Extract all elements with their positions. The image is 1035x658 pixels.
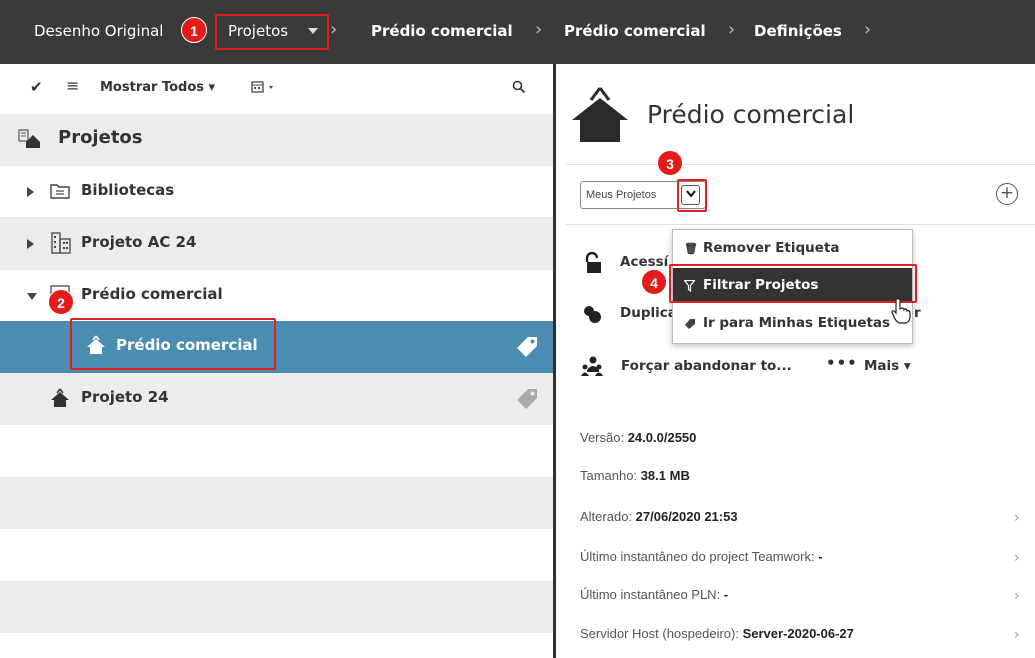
- info-pln-snapshot[interactable]: Último instantâneo PLN: -: [580, 587, 728, 602]
- show-all-label: Mostrar Todos: [100, 80, 204, 95]
- tree-item-label: Prédio comercial: [81, 285, 223, 303]
- filter-select-value: Meus Projetos: [586, 189, 657, 201]
- house-project-icon: [50, 388, 70, 412]
- info-value: 24.0.0/2550: [627, 430, 697, 445]
- duplicate-action-tail: r: [914, 305, 921, 321]
- tag-icon[interactable]: [515, 387, 539, 415]
- project-detail-panel: Prédio comercial Meus Projetos + Acessí …: [556, 64, 1035, 658]
- info-size: Tamanho: 38.1 MB: [580, 468, 690, 483]
- house-project-icon: [570, 86, 630, 148]
- calendar-icon[interactable]: [251, 80, 279, 98]
- more-label: Mais: [864, 358, 900, 374]
- more-dots-icon[interactable]: •••: [826, 354, 858, 372]
- show-all-dropdown[interactable]: Mostrar Todos ▾: [100, 80, 215, 95]
- breadcrumb-desenho-original[interactable]: Desenho Original: [34, 22, 163, 40]
- highlight-box: [215, 14, 329, 50]
- chevron-right-icon: ›: [330, 19, 338, 40]
- checkmark-icon[interactable]: ✔: [30, 78, 43, 96]
- breadcrumb: Desenho Original Projetos › Prédio comer…: [0, 0, 1035, 64]
- tree-item-predio-comercial-parent[interactable]: Prédio comercial: [0, 269, 553, 321]
- empty-row: [0, 633, 553, 658]
- info-value: 38.1 MB: [640, 468, 690, 483]
- tree-item-bibliotecas[interactable]: Bibliotecas: [0, 165, 553, 217]
- tree-toolbar: ✔ ≡ Mostrar Todos ▾: [0, 64, 553, 114]
- breadcrumb-definicoes[interactable]: Definições: [754, 22, 842, 40]
- menu-item-go-to-tags[interactable]: Ir para Minhas Etiquetas: [673, 306, 912, 341]
- info-version: Versão: 24.0.0/2550: [580, 430, 696, 445]
- annotation-badge-4: 4: [641, 269, 667, 295]
- empty-row: [0, 529, 553, 581]
- menu-item-label: Remover Etiqueta: [703, 240, 840, 256]
- page-title: Prédio comercial: [647, 100, 855, 129]
- hand-cursor-icon: [890, 297, 912, 329]
- highlight-box: [669, 264, 917, 303]
- highlight-box: [70, 318, 276, 370]
- info-modified[interactable]: Alterado: 27/06/2020 21:53: [580, 509, 738, 524]
- info-label: Alterado:: [580, 509, 636, 524]
- empty-row: [0, 581, 553, 633]
- info-teamwork-snapshot[interactable]: Último instantâneo do project Teamwork: …: [580, 549, 823, 564]
- projects-icon: [18, 129, 42, 153]
- chevron-right-icon[interactable]: ›: [1014, 510, 1020, 526]
- list-icon[interactable]: ≡: [66, 76, 79, 95]
- chevron-right-icon[interactable]: ›: [1014, 550, 1020, 566]
- building-icon: [51, 232, 71, 258]
- tree-item-label: Projeto 24: [81, 388, 169, 406]
- tree-root-projetos[interactable]: Projetos: [0, 114, 553, 165]
- menu-item-label: Ir para Minhas Etiquetas: [703, 315, 891, 331]
- menu-item-remove-tag[interactable]: 🗑 Remover Etiqueta: [673, 231, 912, 266]
- tree-item-projeto-24[interactable]: Projeto 24: [0, 373, 553, 425]
- more-dropdown[interactable]: Mais ▾: [864, 358, 911, 374]
- chevron-right-icon[interactable]: ›: [1014, 627, 1020, 643]
- search-icon[interactable]: [512, 80, 526, 98]
- collapse-icon[interactable]: [27, 293, 37, 300]
- annotation-badge-2: 2: [48, 289, 74, 315]
- annotation-badge-1: 1: [181, 17, 207, 43]
- info-label: Tamanho:: [580, 468, 641, 483]
- info-label: Último instantâneo PLN:: [580, 587, 724, 602]
- info-host-server[interactable]: Servidor Host (hospedeiro): Server-2020-…: [580, 626, 854, 641]
- divider: [566, 164, 1035, 165]
- chevron-right-icon: ›: [728, 19, 736, 40]
- info-value: 27/06/2020 21:53: [635, 509, 738, 524]
- info-label: Versão:: [580, 430, 628, 445]
- empty-row: [0, 425, 553, 477]
- info-label: Servidor Host (hospedeiro):: [580, 626, 743, 641]
- library-folder-icon: [50, 182, 70, 204]
- breadcrumb-predio-comercial-2[interactable]: Prédio comercial: [564, 22, 706, 40]
- annotation-badge-3: 3: [657, 150, 683, 176]
- expand-icon[interactable]: [27, 187, 34, 197]
- tree-item-label: Bibliotecas: [81, 181, 175, 199]
- info-label: Último instantâneo do project Teamwork:: [580, 549, 819, 564]
- info-value: Server-2020-06-27: [742, 626, 854, 641]
- empty-row: [0, 477, 553, 529]
- duplicate-action[interactable]: Duplica: [620, 305, 677, 321]
- info-value: -: [723, 587, 729, 602]
- tag-icon: [684, 306, 696, 341]
- chevron-right-icon: ›: [864, 19, 872, 40]
- breadcrumb-predio-comercial-1[interactable]: Prédio comercial: [371, 22, 513, 40]
- force-leave-action[interactable]: Forçar abandonar to...: [621, 358, 792, 374]
- expand-icon[interactable]: [27, 239, 34, 249]
- chevron-right-icon: ›: [535, 19, 543, 40]
- chevron-right-icon[interactable]: ›: [1014, 588, 1020, 604]
- add-button[interactable]: +: [996, 183, 1018, 205]
- unlock-icon: [582, 251, 604, 278]
- divider: [566, 224, 1035, 225]
- trash-icon: 🗑: [684, 242, 698, 255]
- tag-icon[interactable]: [515, 335, 539, 363]
- access-action[interactable]: Acessí: [620, 254, 668, 270]
- users-icon: [580, 355, 604, 381]
- tree-item-projeto-ac-24[interactable]: Projeto AC 24: [0, 217, 553, 269]
- tree-root-label: Projetos: [58, 127, 143, 148]
- duplicate-icon: [582, 304, 604, 328]
- info-value: -: [818, 549, 823, 564]
- highlight-box: [677, 179, 707, 212]
- tree-item-label: Projeto AC 24: [81, 233, 197, 251]
